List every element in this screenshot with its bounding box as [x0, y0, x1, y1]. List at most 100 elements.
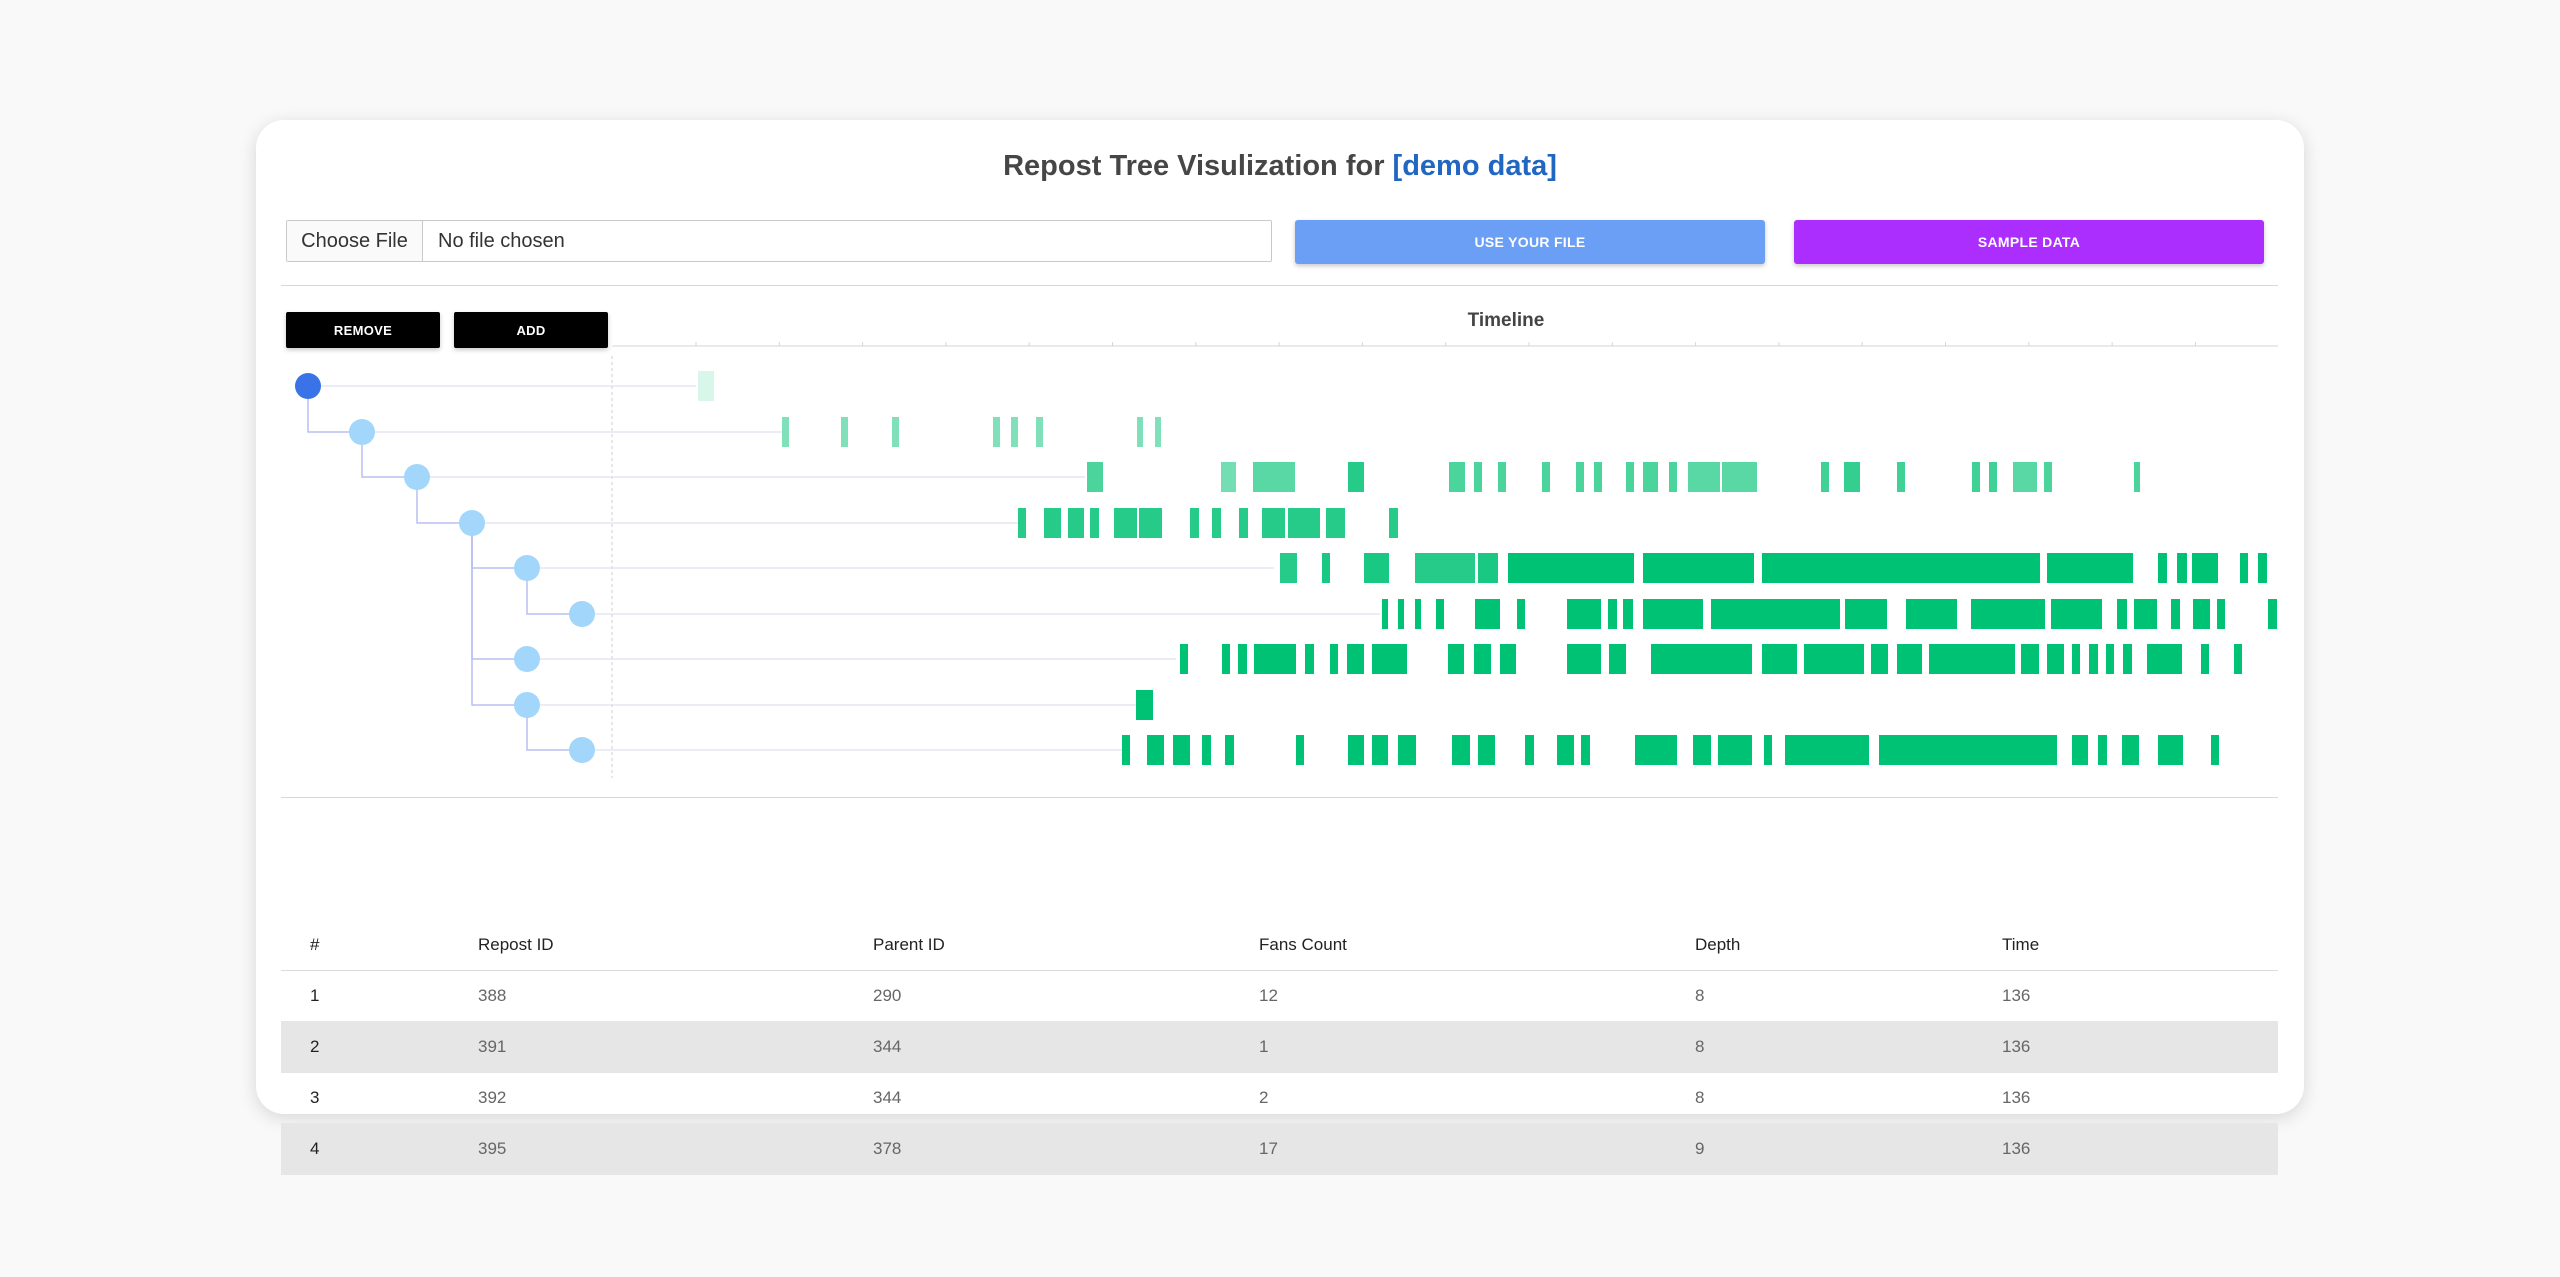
cell-index: 2	[281, 1021, 477, 1073]
timeline-bar	[1398, 599, 1404, 629]
timeline-bar	[1897, 462, 1905, 492]
timeline-bar	[1415, 553, 1475, 583]
table-row[interactable]: 3 392 344 2 8 136	[281, 1072, 2278, 1124]
timeline-bar	[2047, 553, 2133, 583]
timeline-bar	[1643, 462, 1658, 492]
timeline-bar	[1254, 644, 1296, 674]
timeline-bar	[2021, 644, 2039, 674]
timeline-bar	[1693, 735, 1711, 765]
timeline-bar	[1398, 735, 1416, 765]
timeline-bar	[1879, 735, 2057, 765]
cell-parent-id: 344	[872, 1021, 1258, 1073]
timeline-bar	[1225, 735, 1234, 765]
timeline-bar	[1018, 508, 1026, 538]
timeline-bar	[1221, 462, 1236, 492]
timeline-bar	[2158, 735, 2183, 765]
repost-table: # Repost ID Parent ID Fans Count Depth T…	[281, 920, 2278, 1175]
timeline-bar	[1253, 462, 1295, 492]
timeline-bar	[1436, 599, 1444, 629]
timeline-bar	[2147, 644, 2182, 674]
timeline-bar	[2047, 644, 2064, 674]
tree-root-node	[295, 373, 321, 399]
cell-repost-id: 391	[477, 1021, 872, 1073]
col-header-fans-count: Fans Count	[1258, 920, 1694, 971]
timeline-bar	[1609, 644, 1626, 674]
cell-fans-count: 12	[1258, 970, 1694, 1022]
timeline-bar	[2177, 553, 2187, 583]
timeline-bar	[1711, 599, 1840, 629]
timeline-bar	[2072, 735, 2088, 765]
timeline-bar	[1557, 735, 1574, 765]
cell-depth: 9	[1694, 1123, 2001, 1175]
timeline-bar	[1989, 462, 1997, 492]
timeline-bar	[1635, 735, 1677, 765]
timeline-bar	[2072, 644, 2080, 674]
timeline-bar	[1262, 508, 1285, 538]
timeline-bar	[1348, 735, 1364, 765]
timeline-bar	[2258, 553, 2267, 583]
timeline-bar	[1036, 417, 1043, 447]
timeline-bar	[1348, 462, 1364, 492]
timeline-bar	[1382, 599, 1388, 629]
timeline-bar	[1449, 462, 1465, 492]
timeline-bar	[2134, 462, 2140, 492]
cell-time: 136	[2001, 1072, 2278, 1124]
timeline-bar	[1517, 599, 1525, 629]
timeline-bar	[1087, 462, 1103, 492]
timeline-bar	[892, 417, 899, 447]
timeline-bar	[1594, 462, 1602, 492]
col-header-parent-id: Parent ID	[872, 920, 1258, 971]
tree-node	[404, 464, 430, 490]
timeline-bar	[2013, 462, 2037, 492]
cell-fans-count: 2	[1258, 1072, 1694, 1124]
tree-node	[514, 646, 540, 672]
timeline-bar	[1643, 599, 1703, 629]
cell-repost-id: 392	[477, 1072, 872, 1124]
repost-tree-visualization	[295, 342, 2278, 778]
timeline-bar	[1542, 462, 1550, 492]
timeline-bar	[1906, 599, 1957, 629]
timeline-bar	[2051, 599, 2102, 629]
cell-index: 3	[281, 1072, 477, 1124]
timeline-bar	[1567, 644, 1601, 674]
timeline-bar	[1364, 553, 1389, 583]
cell-depth: 8	[1694, 970, 2001, 1022]
timeline-bar	[1971, 599, 2045, 629]
timeline-bar	[1929, 644, 2015, 674]
timeline-bar	[1972, 462, 1980, 492]
timeline-bar	[2122, 735, 2139, 765]
timeline-bar	[1044, 508, 1061, 538]
cell-fans-count: 1	[1258, 1021, 1694, 1073]
timeline-bar	[1238, 644, 1247, 674]
timeline-bar	[1190, 508, 1199, 538]
timeline-bar	[2106, 644, 2114, 674]
timeline-bar	[1136, 690, 1153, 720]
timeline-bar	[1845, 599, 1887, 629]
timeline-bar	[2171, 599, 2180, 629]
timeline-bar	[1090, 508, 1099, 538]
timeline-bar	[2240, 553, 2248, 583]
timeline-bar	[1478, 735, 1495, 765]
cell-time: 136	[2001, 1021, 2278, 1073]
table-row[interactable]: 4 395 378 17 9 136	[281, 1123, 2278, 1175]
cell-parent-id: 290	[872, 970, 1258, 1022]
timeline-bar	[1785, 735, 1869, 765]
timeline-bar	[1372, 644, 1407, 674]
timeline-bar	[841, 417, 848, 447]
timeline-bar	[1296, 735, 1304, 765]
table-row[interactable]: 1 388 290 12 8 136	[281, 970, 2278, 1022]
timeline-bar	[2123, 644, 2132, 674]
timeline-bar	[1651, 644, 1752, 674]
timeline-bar	[1500, 644, 1516, 674]
timeline-bar	[782, 417, 789, 447]
timeline-bar	[2089, 644, 2098, 674]
timeline-bar	[2193, 599, 2210, 629]
timeline-bar	[1155, 417, 1161, 447]
timeline-bar	[1122, 735, 1130, 765]
timeline-bar	[1212, 508, 1221, 538]
cell-repost-id: 388	[477, 970, 872, 1022]
table-row[interactable]: 2 391 344 1 8 136	[281, 1021, 2278, 1073]
timeline-bar	[698, 371, 714, 401]
timeline-bar	[1222, 644, 1230, 674]
timeline-bar	[2098, 735, 2107, 765]
